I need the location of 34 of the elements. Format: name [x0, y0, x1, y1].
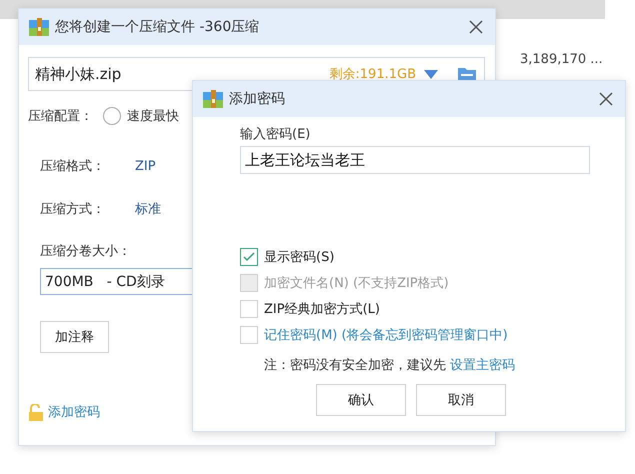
- radio-button[interactable]: [103, 107, 121, 125]
- checkbox-label: ZIP经典加密方式(L): [264, 301, 380, 318]
- config-label: 压缩配置：: [28, 108, 93, 125]
- checkbox[interactable]: [240, 326, 258, 344]
- checkbox[interactable]: [240, 300, 258, 318]
- password-label: 输入密码(E): [240, 126, 312, 143]
- set-master-password-link[interactable]: 设置主密码: [450, 356, 515, 374]
- checkbox-label: 记住密码(M) (将会备忘到密码管理窗口中): [264, 327, 508, 344]
- comment-button[interactable]: 加注释: [40, 321, 109, 353]
- checkbox-label: 加密文件名(N) (不支持ZIP格式): [264, 275, 449, 292]
- note-text: 注：密码没有安全加密，建议先: [264, 357, 446, 374]
- check-icon: [243, 252, 255, 262]
- setting-label: 压缩方式：: [40, 201, 105, 218]
- file-size-text: 3,189,170 ...: [520, 52, 603, 67]
- checkbox-label: 显示密码(S): [264, 249, 334, 266]
- unlocked-padlock-icon: [28, 404, 44, 420]
- confirm-button[interactable]: 确认: [316, 384, 406, 416]
- add-password-link[interactable]: 添加密码: [48, 403, 100, 421]
- archive-icon: [29, 18, 49, 36]
- setting-label: 压缩格式：: [40, 158, 105, 175]
- setting-value: ZIP: [135, 158, 156, 174]
- radio-label: 速度最快: [127, 108, 179, 125]
- checkbox[interactable]: [240, 248, 258, 266]
- cancel-button[interactable]: 取消: [416, 384, 506, 416]
- password-field[interactable]: 上老王论坛当老王: [240, 146, 590, 174]
- free-space-text: 剩余:191.1GB: [329, 66, 416, 83]
- close-button[interactable]: [467, 18, 485, 36]
- close-button[interactable]: [597, 90, 615, 108]
- dialog-title: 添加密码: [229, 90, 286, 108]
- split-size-label: 压缩分卷大小：: [40, 243, 131, 260]
- window-title: 您将创建一个压缩文件 -360压缩: [55, 18, 260, 36]
- archive-icon: [203, 90, 223, 108]
- file-name-text: 精神小妹.zip: [35, 64, 122, 84]
- setting-value: 标准: [135, 201, 161, 218]
